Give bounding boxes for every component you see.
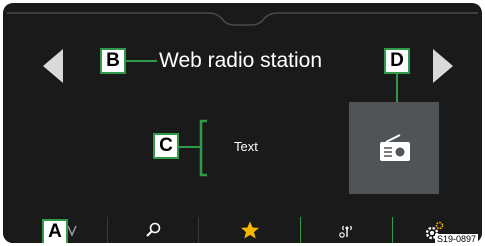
figure-frame: Web radio station B C Text D A S19-0897 [0, 0, 485, 246]
star-icon [240, 221, 259, 239]
search-icon [146, 222, 161, 237]
callout-c: C [153, 133, 179, 159]
station-title: Web radio station [159, 49, 323, 72]
radio-icon [380, 134, 410, 161]
top-notch-decoration [7, 12, 478, 26]
callout-b: B [100, 48, 126, 74]
tab-signal[interactable] [301, 217, 392, 243]
previous-station-button[interactable] [39, 45, 67, 87]
triangle-right-icon [433, 49, 453, 83]
radio-tile-button[interactable] [349, 102, 439, 194]
figure-id: S19-0897 [435, 234, 479, 245]
next-station-button[interactable] [429, 45, 457, 87]
callout-a: A [42, 219, 68, 243]
callout-b-leader [126, 60, 157, 62]
antenna-icon [338, 225, 352, 238]
callout-d: D [384, 48, 410, 74]
infotainment-screen: Web radio station B C Text D A [3, 3, 482, 243]
text-label: Text [234, 139, 258, 154]
tab-favorites[interactable] [199, 217, 300, 243]
triangle-left-icon [43, 49, 63, 83]
callout-c-bracket [179, 119, 207, 177]
tab-search[interactable] [108, 217, 198, 243]
callout-d-leader [396, 74, 398, 104]
